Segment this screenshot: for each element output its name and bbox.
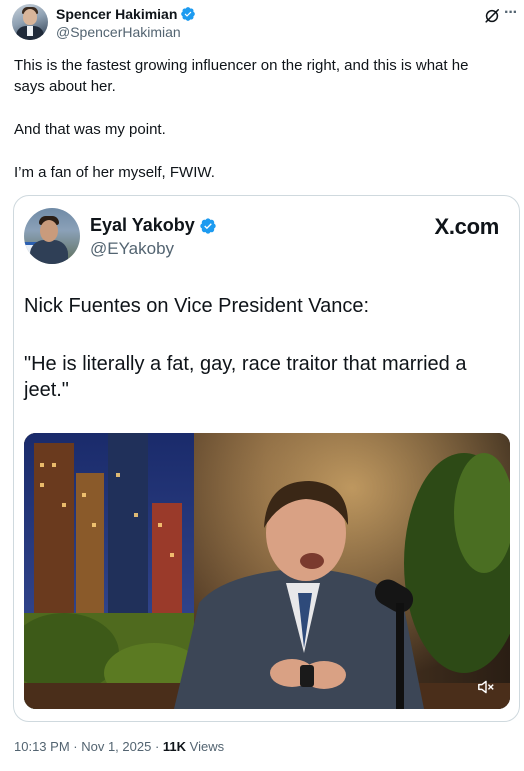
quoted-tweet-card[interactable]: Eyal Yakoby @EYakoby X.com Nick Fuentes … <box>13 195 520 722</box>
quoted-author-display-name[interactable]: Eyal Yakoby <box>90 215 195 236</box>
author-handle[interactable]: @SpencerHakimian <box>56 24 181 40</box>
author-display-name[interactable]: Spencer Hakimian <box>56 6 177 22</box>
verified-badge-icon <box>181 7 196 21</box>
video-thumbnail <box>24 433 510 709</box>
quoted-author-avatar[interactable] <box>24 208 80 264</box>
quoted-text-line-3: jeet." <box>24 379 69 401</box>
views-count: 11K <box>162 739 187 754</box>
quoted-text-line-1: Nick Fuentes on Vice President Vance: <box>24 295 369 317</box>
views-label: Views <box>186 739 225 754</box>
tweet-text-line-2: says about her. <box>14 78 116 95</box>
verified-badge-icon <box>200 217 216 234</box>
author-avatar[interactable] <box>12 4 48 40</box>
author-name-row: Spencer Hakimian <box>56 6 196 22</box>
tweet-time[interactable]: 10:13 PM <box>14 739 70 754</box>
x-com-watermark: X.com <box>434 214 499 239</box>
more-icon[interactable]: ··· <box>504 4 518 22</box>
quoted-author-handle[interactable]: @EYakoby <box>90 239 174 259</box>
volume-muted-icon[interactable] <box>476 679 496 695</box>
tweet-text-line-3: And that was my point. <box>14 121 166 138</box>
meta-separator: · <box>69 739 82 754</box>
tweet-date[interactable]: Nov 1, 2025 <box>81 739 151 754</box>
tweet-text-line-1: This is the fastest growing influencer o… <box>14 57 469 74</box>
meta-separator: · <box>151 739 163 754</box>
grok-icon[interactable] <box>482 6 502 26</box>
video-player[interactable] <box>24 433 510 709</box>
tweet-metadata: 10:13 PM · Nov 1, 2025 · 11K Views <box>14 739 224 754</box>
quoted-text-line-2: "He is literally a fat, gay, race traito… <box>24 353 467 375</box>
quoted-author-name-row: Eyal Yakoby <box>90 215 217 236</box>
tweet-text-line-4: I’m a fan of her myself, FWIW. <box>14 164 215 181</box>
